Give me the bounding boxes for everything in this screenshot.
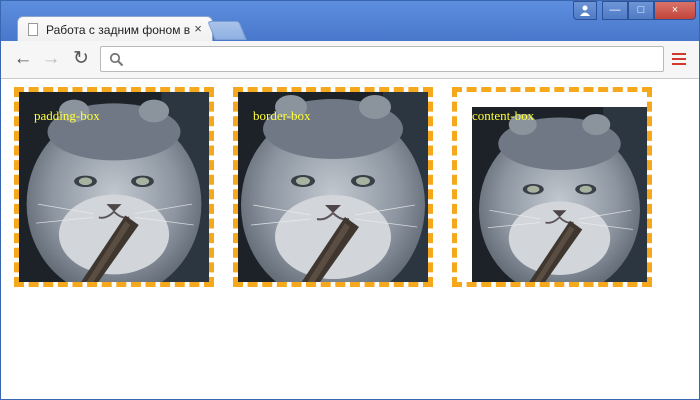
back-button[interactable]: ← [12, 49, 34, 70]
minimize-button[interactable]: — [602, 1, 628, 20]
url-text [131, 52, 651, 67]
search-icon [109, 52, 124, 67]
demo-box-border-box: border-box [233, 87, 433, 287]
profile-icon [580, 5, 590, 16]
box-label: content-box [472, 108, 535, 123]
tab-title: Работа с задним фоном в C [46, 23, 194, 37]
address-bar[interactable] [100, 46, 664, 72]
page-content: padding-box border-box content-box [1, 79, 699, 399]
profile-button[interactable] [573, 1, 597, 20]
new-tab-button[interactable] [207, 21, 247, 40]
title-bar: Работа с задним фоном в C × — □ × [1, 1, 699, 42]
box-label: border-box [253, 108, 311, 123]
reload-button[interactable]: ↻ [70, 49, 92, 70]
demo-box-content-box: content-box [452, 87, 652, 287]
menu-icon[interactable] [672, 53, 686, 65]
forward-button[interactable]: → [40, 49, 62, 70]
browser-window: Работа с задним фоном в C × — □ × ← → ↻ [0, 0, 700, 400]
close-window-button[interactable]: × [654, 1, 696, 20]
maximize-button[interactable]: □ [628, 1, 654, 20]
cat-photo [472, 107, 647, 282]
toolbar: ← → ↻ [1, 41, 699, 79]
tab-active[interactable]: Работа с задним фоном в C × [17, 16, 213, 42]
close-icon[interactable]: × [191, 21, 205, 37]
demo-box-padding-box: padding-box [14, 87, 214, 287]
page-icon [28, 23, 38, 36]
box-label: padding-box [34, 108, 100, 123]
